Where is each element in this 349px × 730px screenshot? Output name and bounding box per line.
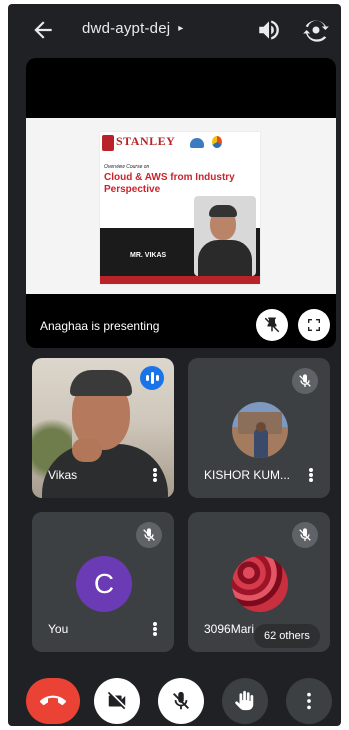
- participant-name: KISHOR KUM...: [204, 468, 291, 482]
- partner-logo-2: [212, 136, 222, 148]
- speaking-indicator-icon: [140, 366, 164, 390]
- more-options-icon[interactable]: [148, 618, 162, 640]
- caret-right-icon: ▸: [178, 23, 184, 34]
- speaker-button[interactable]: [256, 17, 282, 43]
- fullscreen-icon: [308, 319, 320, 331]
- participant-tile-vikas[interactable]: Vikas: [32, 358, 174, 498]
- presentation-tile[interactable]: STANLEY Overview Course on Cloud & AWS f…: [26, 58, 336, 348]
- mic-off-icon: [173, 691, 189, 710]
- avatar: C: [76, 556, 132, 612]
- partner-logo: [190, 138, 204, 148]
- camera-toggle-button[interactable]: [94, 678, 140, 724]
- more-options-icon[interactable]: [148, 464, 162, 486]
- switch-camera-icon: [303, 20, 329, 42]
- end-call-icon: [40, 695, 66, 706]
- slide-brand: STANLEY: [116, 134, 176, 148]
- muted-icon: [292, 522, 318, 548]
- avatar: [232, 556, 288, 612]
- muted-icon: [136, 522, 162, 548]
- presenter-label: Anaghaa is presenting: [40, 319, 160, 333]
- camera-off-icon: [107, 691, 126, 710]
- participant-name: 3096Mari: [204, 622, 255, 636]
- participant-name: You: [48, 622, 69, 636]
- others-count-pill[interactable]: 62 others: [254, 624, 320, 648]
- slide-speaker-name: MR. VIKAS: [130, 252, 167, 259]
- slide-course-title: Cloud & AWS from Industry Perspective: [104, 172, 235, 195]
- unpin-icon: [264, 317, 280, 333]
- slide-page: STANLEY Overview Course on Cloud & AWS f…: [100, 132, 260, 284]
- call-controls: [8, 668, 341, 726]
- shared-slide: STANLEY Overview Course on Cloud & AWS f…: [26, 118, 336, 294]
- meet-call-screen: dwd-aypt-dej ▸ STANLEY Overview Course on…: [8, 4, 341, 726]
- arrow-left-icon: [34, 21, 52, 39]
- slide-footer-band: [100, 276, 260, 284]
- back-button[interactable]: [30, 17, 56, 43]
- participant-name: Vikas: [48, 468, 78, 482]
- more-options-icon: [307, 692, 311, 710]
- microphone-toggle-button[interactable]: [158, 678, 204, 724]
- slide-header: STANLEY: [100, 132, 260, 158]
- switch-camera-button[interactable]: [302, 16, 330, 44]
- avatar: [232, 402, 288, 458]
- top-bar: dwd-aypt-dej ▸: [8, 4, 341, 54]
- raise-hand-button[interactable]: [222, 678, 268, 724]
- participant-tile-you[interactable]: C You: [32, 512, 174, 652]
- speaker-icon: [259, 20, 279, 40]
- more-options-button[interactable]: [286, 678, 332, 724]
- meeting-code-button[interactable]: dwd-aypt-dej ▸: [82, 20, 184, 37]
- slide-overview-text: Overview Course on: [104, 164, 150, 170]
- participant-tile-kishor[interactable]: KISHOR KUM...: [188, 358, 330, 498]
- unpin-button[interactable]: [256, 309, 288, 341]
- fullscreen-button[interactable]: [298, 309, 330, 341]
- stanley-crest-logo: [102, 135, 114, 151]
- end-call-button[interactable]: [26, 678, 80, 724]
- muted-icon: [292, 368, 318, 394]
- meeting-code: dwd-aypt-dej: [82, 20, 171, 37]
- raise-hand-icon: [235, 690, 254, 711]
- slide-speaker-photo: [194, 196, 256, 276]
- more-options-icon[interactable]: [304, 464, 318, 486]
